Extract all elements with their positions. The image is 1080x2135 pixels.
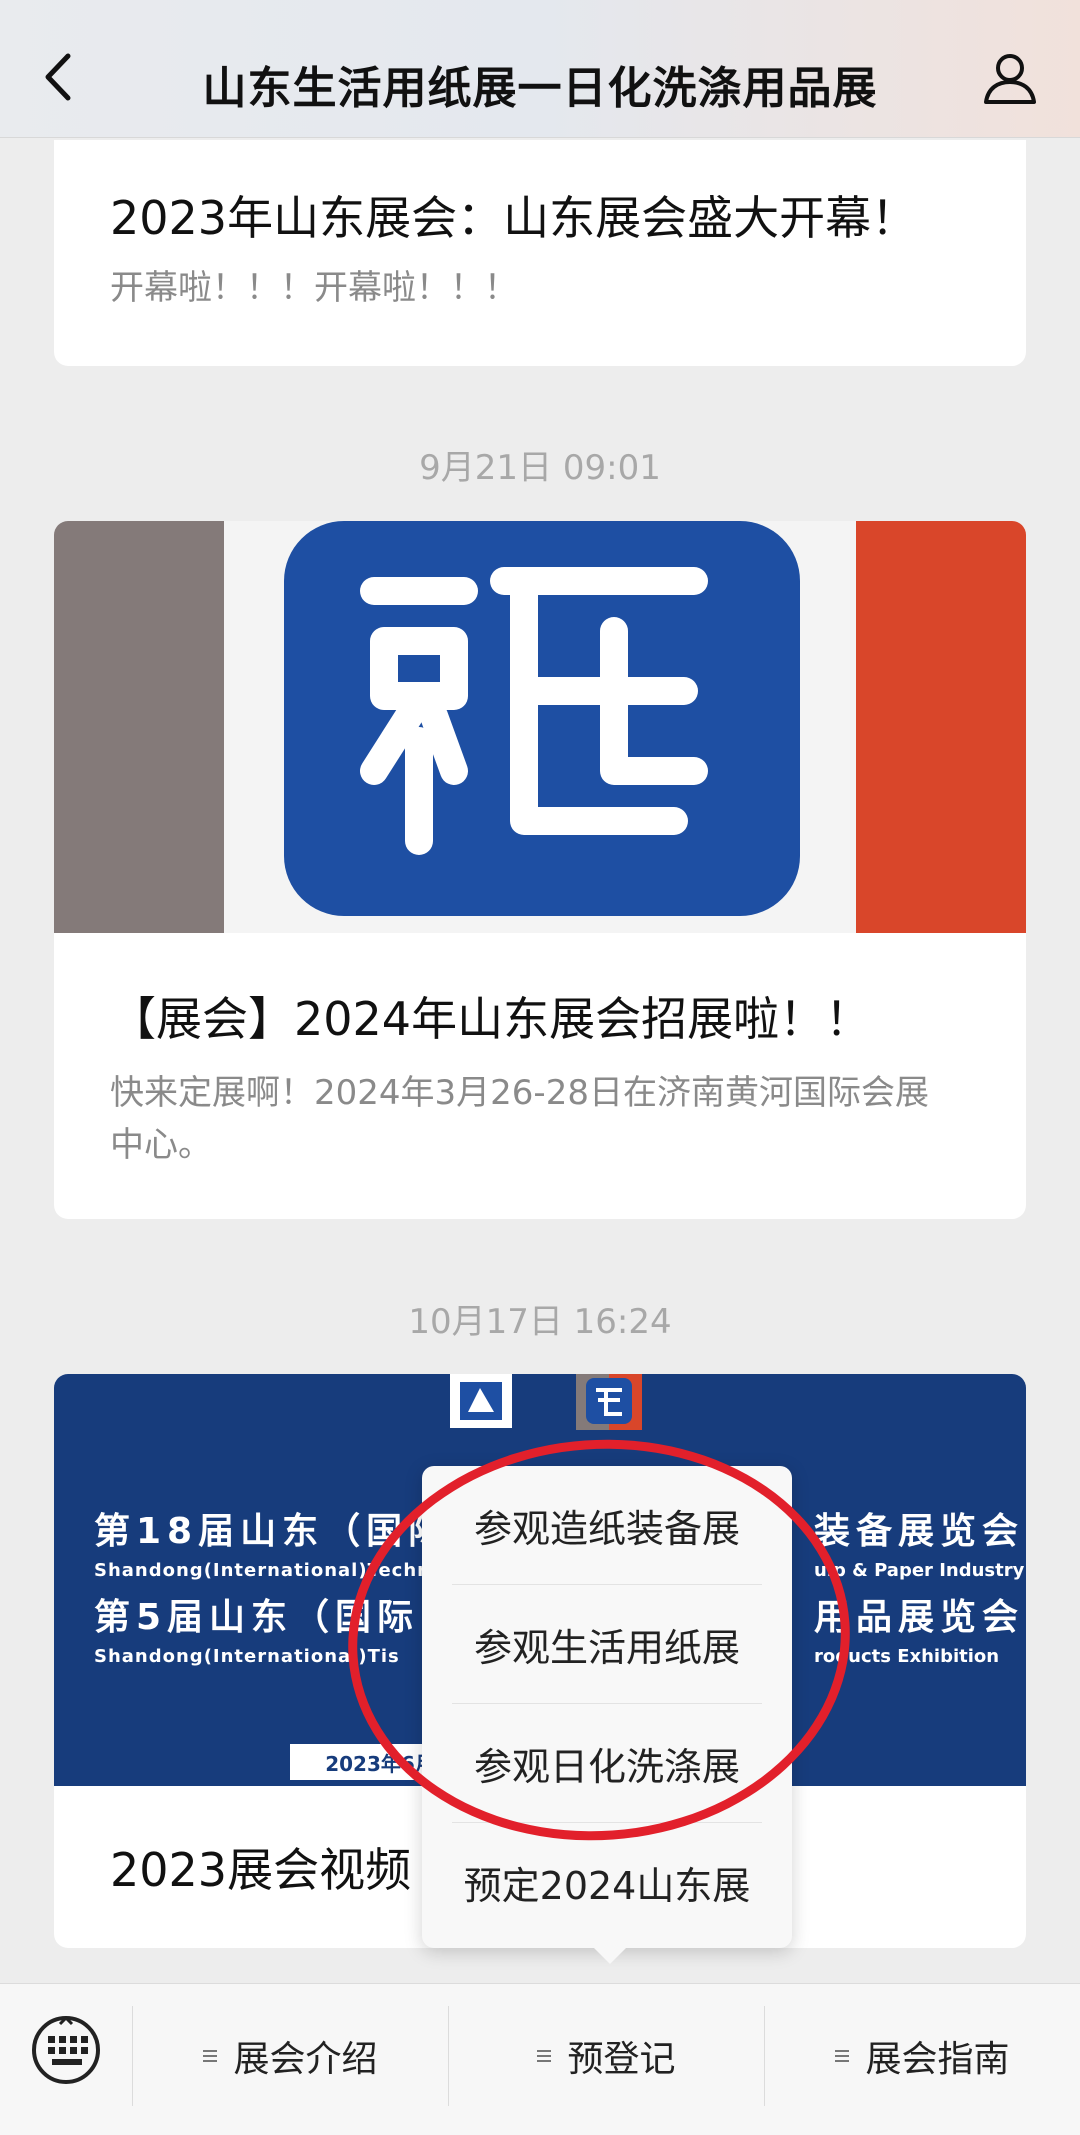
article-card[interactable]: 【展会】2024年山东展会招展啦！！ 快来定展啊！2024年3月26-28日在济… xyxy=(54,521,1026,1219)
paper-logo-icon xyxy=(576,1374,642,1430)
menu-item-label: 展会指南 xyxy=(865,2039,1010,2080)
article-summary: 快来定展啊！2024年3月26-28日在济南黄河国际会展中心。 xyxy=(110,1073,929,1165)
article-summary: 开幕啦！！！开幕啦！！！ xyxy=(110,268,518,308)
menu-item-pre-registration[interactable]: 预登记 xyxy=(449,2006,764,2106)
article-title: 【展会】2024年山东展会招展啦！！ xyxy=(110,992,872,1046)
menu-item-label: 展会介绍 xyxy=(233,2039,378,2080)
menu-lines-icon xyxy=(203,2047,218,2065)
poster-heading: 装备展览会 xyxy=(814,1511,1025,1552)
article-title: 2023展会视频 xyxy=(110,1843,412,1897)
timestamp: 9月21日 09:01 xyxy=(419,448,661,488)
page-title: 山东生活用纸展一日化洗涤用品展 xyxy=(202,63,878,114)
timestamp: 10月17日 16:24 xyxy=(408,1302,672,1342)
article-cover-image xyxy=(54,521,1026,933)
menu-lines-icon xyxy=(835,2047,850,2065)
menu-item-exhibition-intro[interactable]: 展会介绍 xyxy=(133,2006,448,2106)
profile-icon[interactable] xyxy=(982,50,1038,106)
menu-item-label: 预登记 xyxy=(567,2039,676,2080)
article-card[interactable]: 2023年山东展会：山东展会盛大开幕！ 开幕啦！！！开幕啦！！！ xyxy=(54,140,1026,366)
bottom-menu-bar: 展会介绍 预登记 展会指南 xyxy=(0,1983,1080,2135)
poster-subtitle: ulp & Paper Industry xyxy=(814,1560,1025,1581)
keyboard-icon[interactable] xyxy=(30,2014,102,2086)
top-bar: 山东生活用纸展一日化洗涤用品展 xyxy=(0,0,1080,138)
menu-item-exhibition-guide[interactable]: 展会指南 xyxy=(765,2006,1080,2106)
back-arrow-icon[interactable] xyxy=(38,52,78,102)
article-title: 2023年山东展会：山东展会盛大开幕！ xyxy=(110,191,918,245)
exhibition-logo-icon xyxy=(450,1374,512,1428)
submenu-item-reserve-2024[interactable]: 预定2024山东展 xyxy=(452,1823,762,1941)
menu-lines-icon xyxy=(537,2047,552,2065)
